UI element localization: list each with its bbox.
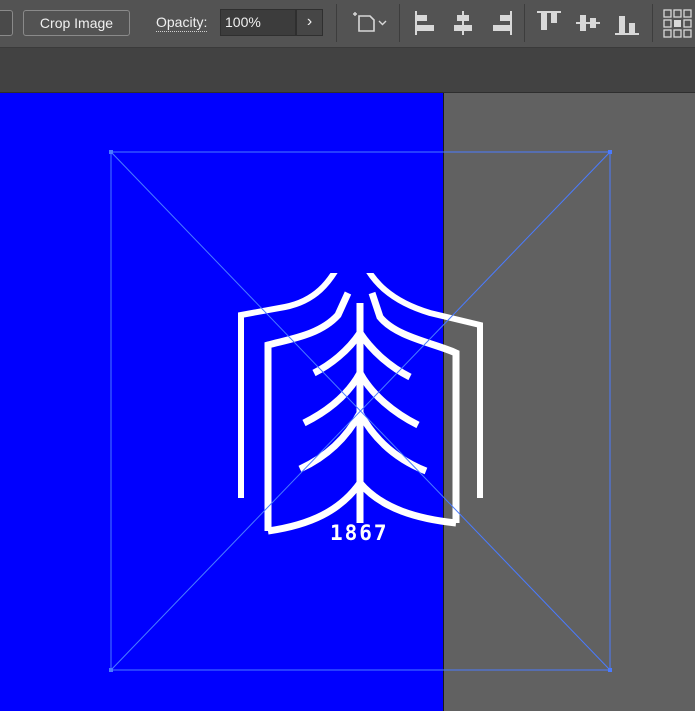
opacity-dropdown-button[interactable]: › [296,9,323,36]
align-vertical-center-icon[interactable] [573,8,603,38]
university-crest-logo [238,273,483,535]
align-horizontal-center-icon[interactable] [448,8,478,38]
distribute-grid-icon[interactable] [662,8,695,38]
selection-handle-bottom-right[interactable] [608,668,612,672]
crop-image-button[interactable]: Crop Image [23,10,130,36]
align-top-icon[interactable] [534,8,564,38]
separator [399,4,400,42]
selection-handle-top-right[interactable] [608,150,612,154]
control-bar: Crop Image Opacity: 100% › [0,0,695,48]
canvas-pasteboard[interactable]: 1867 [0,93,695,711]
document-tab-strip [0,48,695,93]
separator [652,4,653,42]
align-left-icon[interactable] [410,8,440,38]
align-bottom-icon[interactable] [612,8,642,38]
previous-control-button[interactable] [0,10,13,36]
logo-year-text: 1867 [330,521,389,545]
opacity-label: Opacity: [156,14,208,32]
transform-reference-icon[interactable] [352,8,390,38]
separator [336,4,337,42]
separator [524,4,525,42]
align-right-icon[interactable] [487,8,517,38]
opacity-input[interactable]: 100% [220,9,296,36]
